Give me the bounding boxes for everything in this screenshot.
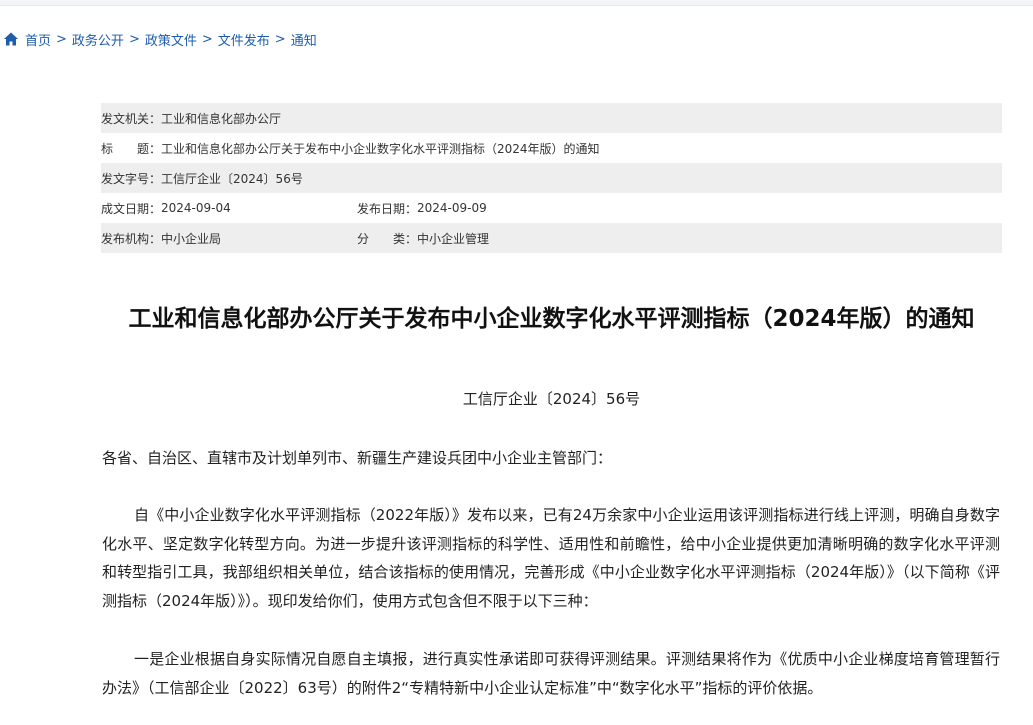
written-date-value: 2024-09-04 [161,201,231,215]
published-date-label: 发布日期： [357,201,418,216]
breadcrumb-item-doc-release[interactable]: 文件发布 [218,30,270,49]
published-date-cell: 发布日期： 2024-09-09 [357,200,487,217]
recipients-paragraph: 各省、自治区、直辖市及计划单列市、新疆生产建设兵团中小企业主管部门： [102,449,613,467]
meta-row-agency: 发布机构： 中小企业局 分 类： 中小企业管理 [101,223,1002,253]
breadcrumb-item-policy-docs[interactable]: 政策文件 [145,30,197,49]
category-value: 中小企业管理 [417,231,490,246]
top-bar [0,0,1033,6]
issuer-value: 工业和信息化部办公厅 [161,111,282,126]
document-number: 工信厅企业〔2024〕56号 [462,390,641,408]
breadcrumb: 首页 > 政务公开 > 政策文件 > 文件发布 > 通知 [3,29,317,49]
breadcrumb-separator: > [56,31,67,47]
category-cell: 分 类： 中小企业管理 [357,230,489,247]
breadcrumb-separator: > [201,31,213,47]
body-paragraph-1: 自《中小企业数字化水平评测指标（2022年版）》发布以来，已有24万余家中小企业… [102,506,1000,610]
doc-number-label: 发文字号： [101,171,162,186]
agency-value: 中小企业局 [161,231,222,246]
breadcrumb-separator: > [128,31,140,47]
document-title: 工业和信息化部办公厅关于发布中小企业数字化水平评测指标（2024年版）的通知 [128,306,975,333]
agency-cell: 发布机构： 中小企业局 [101,230,357,247]
issuer-label: 发文机关： [101,111,162,126]
home-icon[interactable] [3,31,19,47]
body-paragraph-2: 一是企业根据自身实际情况自愿自主填报，进行真实性承诺即可获得评测结果。评测结果将… [102,650,1000,697]
doc-number-value: 工信厅企业〔2024〕56号 [161,171,303,186]
category-label: 分 类： [357,231,418,246]
title-label: 标 题： [101,141,162,156]
breadcrumb-home[interactable]: 首页 [25,30,51,49]
breadcrumb-item-notice[interactable]: 通知 [291,30,317,49]
breadcrumb-separator: > [274,31,286,47]
breadcrumb-item-gov-affairs[interactable]: 政务公开 [72,30,124,49]
published-date-value: 2024-09-09 [417,201,487,215]
title-value: 工业和信息化部办公厅关于发布中小企业数字化水平评测指标（2024年版）的通知 [161,141,600,156]
meta-row-issuer: 发文机关： 工业和信息化部办公厅 [101,103,1002,133]
agency-label: 发布机构： [101,231,162,246]
written-date-cell: 成文日期： 2024-09-04 [101,200,357,217]
meta-row-doc-number: 发文字号： 工信厅企业〔2024〕56号 [101,163,1002,193]
document-meta-table: 发文机关： 工业和信息化部办公厅 标 题： 工业和信息化部办公厅关于发布中小企业… [101,103,1002,253]
meta-row-dates: 成文日期： 2024-09-04 发布日期： 2024-09-09 [101,193,1002,223]
meta-row-title: 标 题： 工业和信息化部办公厅关于发布中小企业数字化水平评测指标（2024年版）… [101,133,1002,163]
written-date-label: 成文日期： [101,201,162,216]
